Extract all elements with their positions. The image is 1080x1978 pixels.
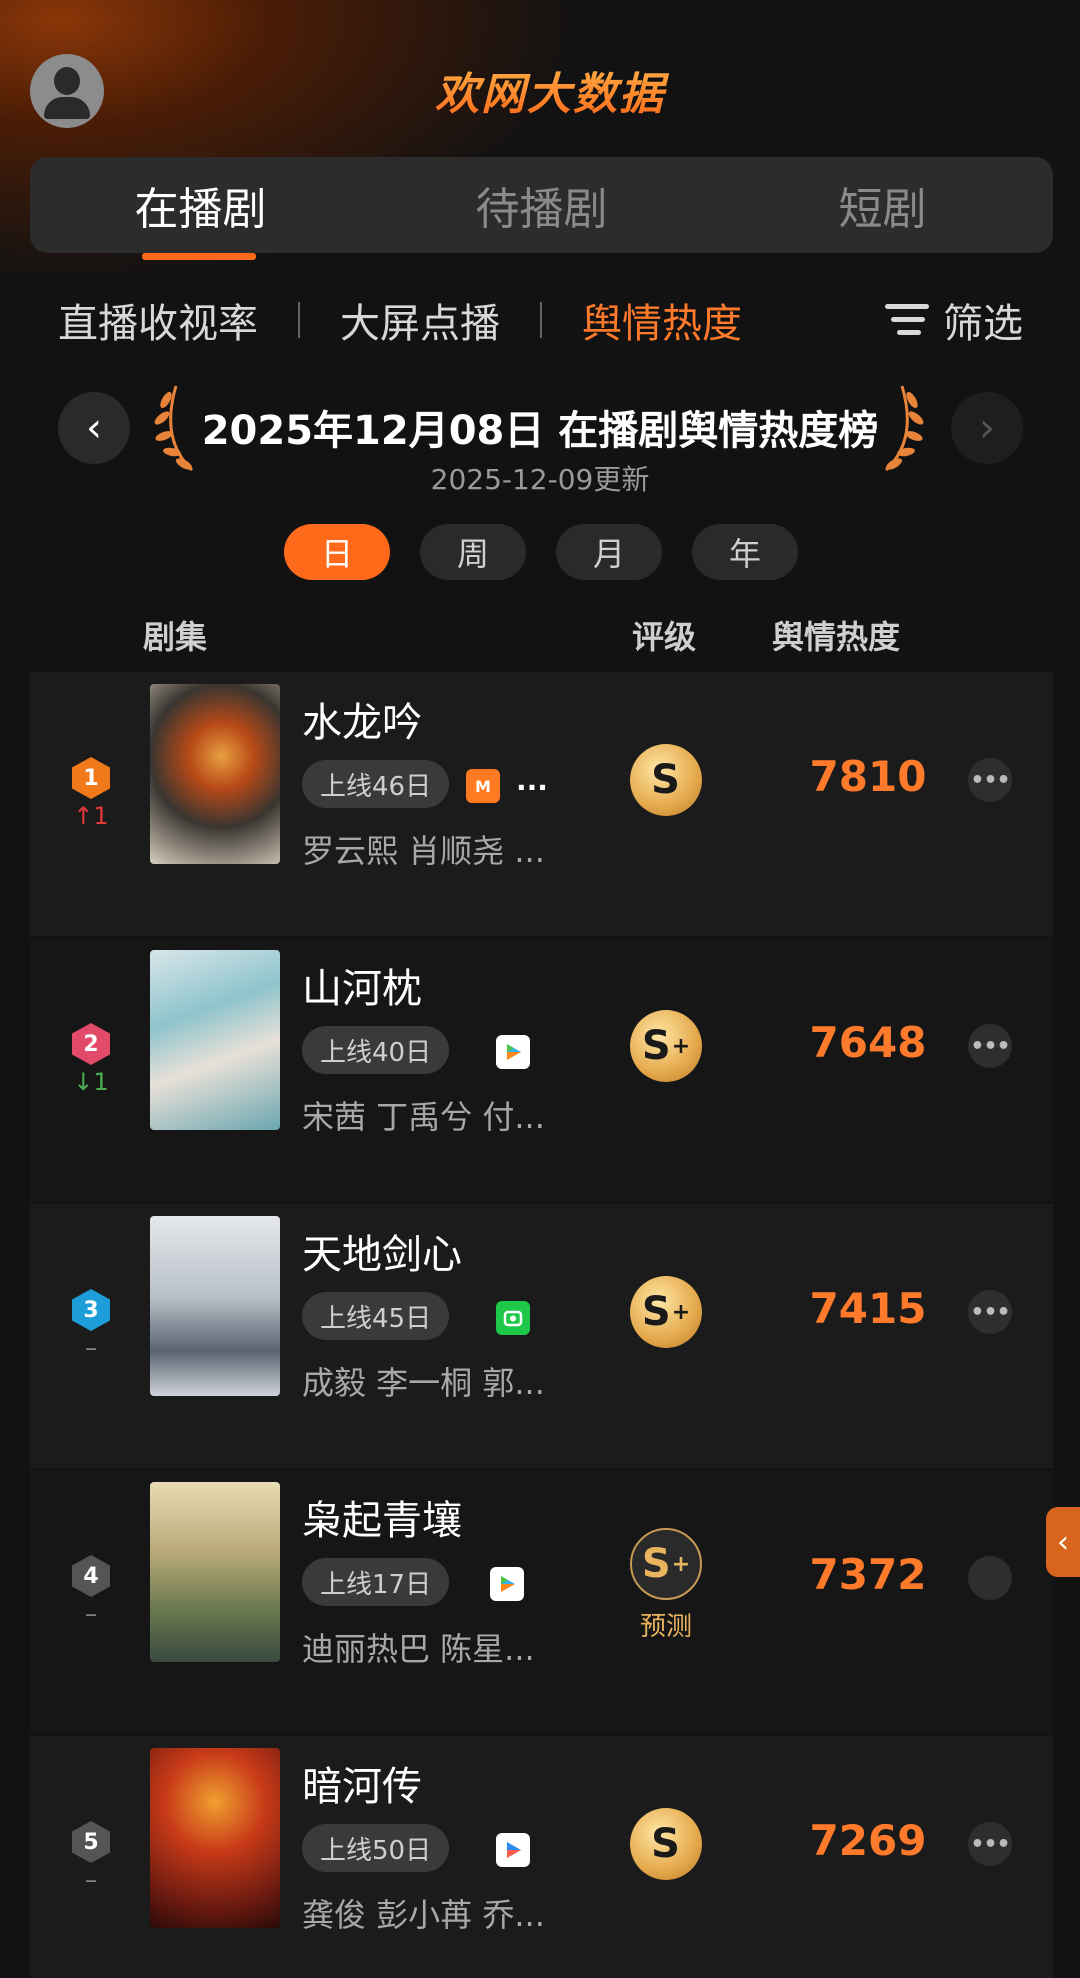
mango-tv-icon: M — [466, 769, 500, 803]
poster-image[interactable] — [150, 1482, 280, 1662]
period-month[interactable]: 月 — [556, 524, 662, 580]
heat-value: 7810 — [809, 752, 927, 801]
heat-value: 7269 — [809, 1816, 927, 1865]
main-tab-bar: 在播剧 待播剧 短剧 — [30, 157, 1053, 260]
period-day[interactable]: 日 — [284, 524, 390, 580]
predict-label: 预测 — [639, 1612, 692, 1642]
series-title[interactable]: 枭起青壤 — [302, 1488, 462, 1546]
cast-list: 成毅 李一桐 郭... — [302, 1364, 545, 1402]
heat-value: 7415 — [809, 1284, 927, 1333]
poster-image[interactable] — [150, 1748, 280, 1928]
tab-on-air[interactable]: 在播剧 — [30, 157, 371, 260]
online-days-tag: 上线50日 — [302, 1824, 450, 1872]
heat-value: 7372 — [809, 1550, 927, 1599]
online-days-tag: 上线45日 — [302, 1292, 450, 1340]
filter-icon — [885, 302, 929, 338]
rank-change: ↑1 — [73, 802, 109, 830]
online-days-tag: 上线17日 — [302, 1558, 450, 1606]
table-row[interactable]: 3 – 天地剑心 上线45日 成毅 李一桐 郭... S + 7415 ••• — [30, 1204, 1053, 1468]
cast-list: 龚俊 彭小苒 乔... — [302, 1896, 545, 1934]
cast-list: 宋茜 丁禹兮 付... — [302, 1098, 545, 1136]
grade-badge: S — [630, 744, 702, 816]
more-options-icon[interactable]: ••• — [968, 1024, 1012, 1068]
more-options-icon[interactable] — [968, 1556, 1012, 1600]
chevron-left-icon: ‹ — [86, 405, 102, 451]
avatar-head-shape — [54, 67, 80, 95]
filter-button[interactable]: 筛选 — [885, 290, 1023, 350]
grade-badge: S + — [630, 1276, 702, 1348]
more-options-icon[interactable]: ••• — [968, 758, 1012, 802]
tencent-video-icon — [490, 1567, 524, 1601]
column-header-series: 剧集 — [143, 618, 208, 656]
tab-upcoming[interactable]: 待播剧 — [371, 157, 712, 253]
poster-image[interactable] — [150, 684, 280, 864]
app-logo: 欢网大数据 — [400, 60, 700, 120]
chevron-right-icon: › — [979, 405, 995, 451]
ranking-updated: 2025-12-09更新 — [430, 463, 650, 496]
series-title[interactable]: 山河枕 — [302, 956, 422, 1014]
column-header-rating: 评级 — [632, 618, 697, 656]
prev-date-button[interactable]: ‹ — [58, 392, 130, 464]
table-row[interactable]: 2 ↓1 山河枕 上线40日 宋茜 丁禹兮 付... S + 7648 ••• — [30, 938, 1053, 1202]
side-drawer-handle[interactable]: ‹ — [1046, 1507, 1080, 1577]
divider — [540, 302, 542, 338]
rank-change: ↓1 — [73, 1068, 109, 1096]
filter-label: 筛选 — [943, 301, 1023, 347]
heat-value: 7648 — [809, 1018, 927, 1067]
series-title[interactable]: 天地剑心 — [302, 1222, 462, 1280]
series-title[interactable]: 水龙吟 — [302, 690, 422, 748]
rank-change: – — [85, 1600, 97, 1628]
subtab-public-opinion-heat[interactable]: 舆情热度 — [582, 291, 742, 349]
poster-image[interactable] — [150, 950, 280, 1130]
period-week[interactable]: 周 — [420, 524, 526, 580]
rank-badge: 5 — [72, 1821, 110, 1863]
more-options-icon[interactable]: ••• — [968, 1290, 1012, 1334]
column-header-heat[interactable]: 舆情热度 — [772, 612, 900, 658]
iqiyi-icon — [496, 1301, 530, 1335]
grade-badge: S + — [630, 1010, 702, 1082]
online-days-tag: 上线40日 — [302, 1026, 450, 1074]
divider — [298, 302, 300, 338]
tab-short-drama[interactable]: 短剧 — [712, 157, 1053, 253]
table-row[interactable]: 1 ↑1 水龙吟 上线46日 M ... 罗云熙 肖顺尧 ... S 7810 … — [30, 672, 1053, 936]
subtab-big-screen-vod[interactable]: 大屏点播 — [340, 291, 500, 349]
cast-list: 罗云熙 肖顺尧 ... — [302, 832, 545, 870]
subtab-live-ratings[interactable]: 直播收视率 — [58, 291, 258, 349]
rank-change: – — [85, 1334, 97, 1362]
tencent-video-icon — [496, 1035, 530, 1069]
sub-tab-bar: 直播收视率 大屏点播 舆情热度 — [58, 290, 742, 350]
next-date-button[interactable]: › — [951, 392, 1023, 464]
period-year[interactable]: 年 — [692, 524, 798, 580]
user-avatar[interactable] — [30, 54, 104, 128]
grade-badge: S — [630, 1808, 702, 1880]
ranking-title: 2025年12月08日 在播剧舆情热度榜 — [201, 408, 879, 454]
avatar-body-shape — [44, 97, 90, 119]
table-row[interactable]: 5 – 暗河传 上线50日 龚俊 彭小苒 乔... S 7269 ••• — [30, 1736, 1053, 1978]
series-title[interactable]: 暗河传 — [302, 1754, 422, 1812]
online-days-tag: 上线46日 — [302, 760, 450, 808]
rank-badge: 1 — [72, 757, 110, 799]
more-options-icon[interactable]: ••• — [968, 1822, 1012, 1866]
youku-icon — [496, 1833, 530, 1867]
table-row[interactable]: 4 – 枭起青壤 上线17日 迪丽热巴 陈星... S + 预测 7372 — [30, 1470, 1053, 1734]
rank-badge: 3 — [72, 1289, 110, 1331]
chevron-left-icon: ‹ — [1057, 1524, 1069, 1560]
rank-badge: 2 — [72, 1023, 110, 1065]
more-platforms: ... — [516, 764, 548, 797]
cast-list: 迪丽热巴 陈星... — [302, 1630, 535, 1668]
poster-image[interactable] — [150, 1216, 280, 1396]
rank-badge: 4 — [72, 1555, 110, 1597]
rank-change: – — [85, 1866, 97, 1894]
grade-badge: S + — [630, 1528, 702, 1600]
